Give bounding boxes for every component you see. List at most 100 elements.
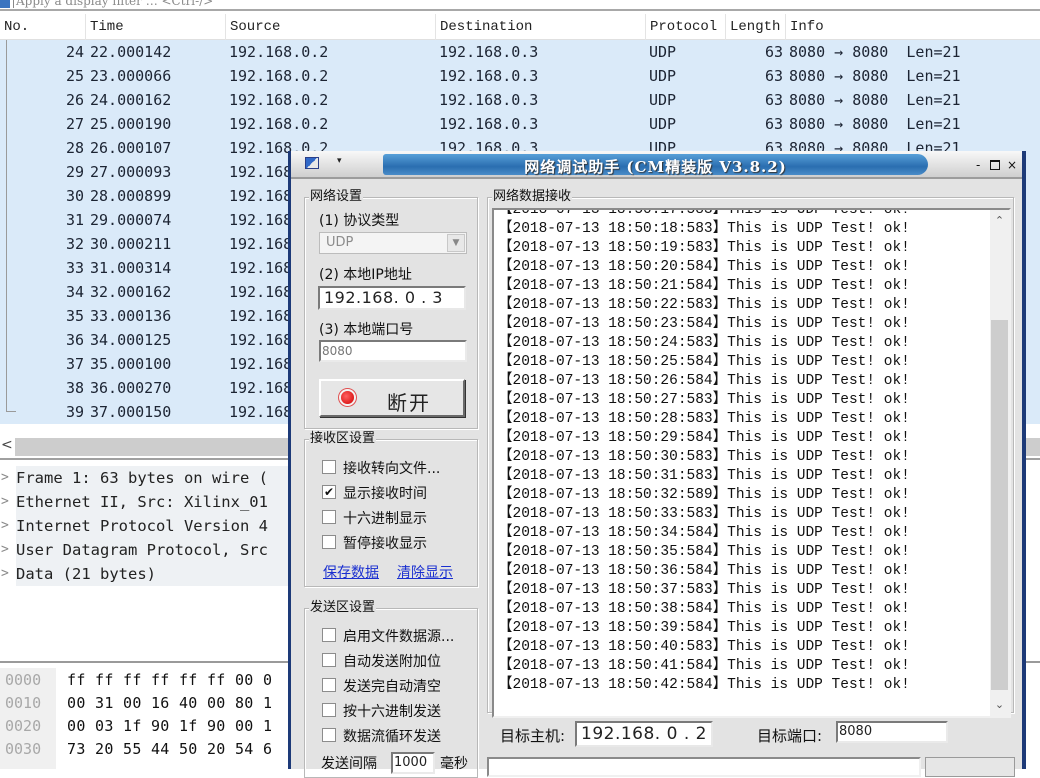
receive-text-area[interactable]: 【2018-07-13 18:50:17:583】This is UDP Tes… bbox=[492, 208, 1011, 718]
packet-length: 63 bbox=[764, 43, 783, 61]
clear-display-link[interactable]: 清除显示 bbox=[397, 562, 453, 582]
option-checkbox-row[interactable]: 暂停接收显示 bbox=[322, 533, 472, 553]
display-filter-input[interactable]: Apply a display filter … <Ctrl-/> bbox=[13, 0, 213, 8]
disconnect-button-label: 断开 bbox=[387, 391, 431, 415]
checkbox[interactable] bbox=[322, 510, 336, 524]
hex-bytes[interactable]: 00 03 1f 90 1f 90 00 1 bbox=[67, 715, 272, 738]
received-message: 【2018-07-13 18:50:25:584】This is UDP Tes… bbox=[498, 354, 910, 370]
target-port-label: 目标端口: bbox=[757, 727, 823, 745]
close-icon[interactable]: × bbox=[1007, 159, 1017, 171]
scrollbar-thumb[interactable] bbox=[991, 320, 1008, 690]
checkbox-label: 数据流循环发送 bbox=[343, 729, 441, 745]
column-header-time[interactable]: Time bbox=[86, 14, 226, 40]
dropdown-arrow-icon[interactable]: ▼ bbox=[447, 234, 465, 252]
menu-caret-icon[interactable]: ▾ bbox=[337, 156, 342, 166]
hex-bytes[interactable]: ff ff ff ff ff ff 00 0 bbox=[67, 669, 272, 692]
option-checkbox-row[interactable]: 发送完自动清空 bbox=[322, 676, 472, 696]
checkbox[interactable] bbox=[322, 460, 336, 474]
packet-info: 8080 → 8080 Len=21 bbox=[789, 43, 961, 61]
checkbox[interactable] bbox=[322, 535, 336, 549]
connection-status-led-icon bbox=[341, 391, 354, 404]
scroll-left-arrow-icon[interactable]: < bbox=[1, 437, 13, 453]
save-data-link[interactable]: 保存数据 bbox=[323, 562, 379, 582]
packet-no: 31 bbox=[65, 211, 84, 229]
display-filter-bar[interactable]: Apply a display filter … <Ctrl-/> bbox=[0, 0, 1040, 11]
local-ip-label: (2) 本地IP地址 bbox=[319, 267, 412, 283]
target-host-input[interactable]: 192.168. 0 . 2 bbox=[575, 721, 713, 747]
option-checkbox-row[interactable]: 十六进制显示 bbox=[322, 508, 472, 528]
received-message: 【2018-07-13 18:50:26:584】This is UDP Tes… bbox=[498, 373, 910, 389]
send-interval-input[interactable]: 1000 bbox=[391, 752, 435, 774]
protocol-type-select[interactable]: UDP ▼ bbox=[319, 232, 467, 254]
column-header-length[interactable]: Length bbox=[726, 14, 786, 40]
column-header-destination[interactable]: Destination bbox=[436, 14, 646, 40]
option-checkbox-row[interactable]: 数据流循环发送 bbox=[322, 726, 472, 746]
packet-time: 33.000136 bbox=[90, 307, 172, 325]
packet-info: 8080 → 8080 Len=21 bbox=[789, 91, 961, 109]
option-checkbox-row[interactable]: 按十六进制发送 bbox=[322, 701, 472, 721]
checkbox-checked[interactable]: ✔ bbox=[322, 485, 336, 499]
received-message: 【2018-07-13 18:50:33:583】This is UDP Tes… bbox=[498, 506, 910, 522]
scroll-up-icon[interactable]: ⌃ bbox=[990, 212, 1009, 230]
option-checkbox-row[interactable]: 接收转向文件... bbox=[322, 458, 472, 478]
received-message: 【2018-07-13 18:50:36:584】This is UDP Tes… bbox=[498, 563, 910, 579]
packet-row[interactable]: 27 25.000190 192.168.0.2 192.168.0.3 UDP 63 80… bbox=[0, 112, 1040, 136]
checkbox[interactable] bbox=[322, 703, 336, 717]
received-message: 【2018-07-13 18:50:18:583】This is UDP Tes… bbox=[498, 221, 910, 237]
packet-destination: 192.168.0.3 bbox=[439, 115, 539, 133]
received-message: 【2018-07-13 18:50:34:584】This is UDP Tes… bbox=[498, 525, 910, 541]
received-message: 【2018-07-13 18:50:30:583】This is UDP Tes… bbox=[498, 449, 910, 465]
expand-arrow-icon[interactable]: > bbox=[1, 562, 9, 586]
local-ip-input[interactable]: 192.168. 0 . 3 bbox=[318, 286, 466, 310]
column-header-no[interactable]: No. bbox=[0, 14, 86, 40]
column-header-protocol[interactable]: Protocol bbox=[646, 14, 726, 40]
received-message: 【2018-07-13 18:50:35:584】This is UDP Tes… bbox=[498, 544, 910, 560]
received-message: 【2018-07-13 18:50:24:583】This is UDP Tes… bbox=[498, 335, 910, 351]
expand-arrow-icon[interactable]: > bbox=[1, 490, 9, 514]
checkbox[interactable] bbox=[322, 728, 336, 742]
receive-vertical-scrollbar[interactable]: ⌃ ⌄ bbox=[990, 210, 1009, 716]
maximize-icon[interactable] bbox=[990, 160, 1000, 170]
bookmark-icon[interactable] bbox=[0, 0, 10, 8]
packet-info: 8080 → 8080 Len=21 bbox=[789, 67, 961, 85]
group-title: 网络设置 bbox=[309, 189, 364, 205]
network-data-receive-group: 网络数据接收 【2018-07-13 18:50:17:583】This is … bbox=[487, 189, 1014, 718]
scroll-down-icon[interactable]: ⌄ bbox=[990, 696, 1009, 714]
hex-bytes[interactable]: 00 31 00 16 40 00 80 1 bbox=[67, 692, 272, 715]
disconnect-button[interactable]: 断开 bbox=[319, 379, 465, 417]
packet-no: 26 bbox=[65, 91, 84, 109]
checkbox[interactable] bbox=[322, 653, 336, 667]
local-port-input[interactable]: 8080 bbox=[319, 340, 467, 362]
received-message: 【2018-07-13 18:50:41:584】This is UDP Tes… bbox=[498, 658, 910, 674]
packet-row[interactable]: 25 23.000066 192.168.0.2 192.168.0.3 UDP 63 80… bbox=[0, 64, 1040, 88]
window-title: 网络调试助手 (CM精装版 V3.8.2) bbox=[524, 158, 787, 176]
hex-bytes[interactable]: 73 20 55 44 50 20 54 6 bbox=[67, 738, 272, 761]
expand-arrow-icon[interactable]: > bbox=[1, 466, 9, 490]
protocol-type-value: UDP bbox=[326, 235, 354, 250]
expand-arrow-icon[interactable]: > bbox=[1, 538, 9, 562]
packet-time: 30.000211 bbox=[90, 235, 172, 253]
hex-offset: 0020 bbox=[5, 717, 42, 735]
checkbox[interactable] bbox=[322, 678, 336, 692]
expand-arrow-icon[interactable]: > bbox=[1, 514, 9, 538]
column-header-source[interactable]: Source bbox=[226, 14, 436, 40]
title-bar[interactable]: ▾ 网络调试助手 (CM精装版 V3.8.2) - × bbox=[291, 151, 1022, 179]
checkbox[interactable] bbox=[322, 628, 336, 642]
send-button[interactable] bbox=[925, 757, 1015, 777]
received-message: 【2018-07-13 18:50:38:584】This is UDP Tes… bbox=[498, 601, 910, 617]
option-checkbox-row[interactable]: 自动发送附加位 bbox=[322, 651, 472, 671]
packet-row[interactable]: 24 22.000142 192.168.0.2 192.168.0.3 UDP 63 80… bbox=[0, 40, 1040, 64]
packet-no: 37 bbox=[65, 355, 84, 373]
system-menu[interactable]: ▾ bbox=[297, 153, 383, 175]
option-checkbox-row[interactable]: 启用文件数据源... bbox=[322, 626, 472, 646]
packet-time: 28.000899 bbox=[90, 187, 172, 205]
minimize-icon[interactable]: - bbox=[976, 159, 980, 171]
option-checkbox-row[interactable]: ✔ 显示接收时间 bbox=[322, 483, 472, 503]
received-message: 【2018-07-13 18:50:19:583】This is UDP Tes… bbox=[498, 240, 910, 256]
column-header-info[interactable]: Info bbox=[786, 14, 1040, 40]
packet-row[interactable]: 26 24.000162 192.168.0.2 192.168.0.3 UDP 63 80… bbox=[0, 88, 1040, 112]
packet-time: 36.000270 bbox=[90, 379, 172, 397]
send-text-area[interactable] bbox=[487, 757, 921, 777]
packet-no: 25 bbox=[65, 67, 84, 85]
target-port-input[interactable]: 8080 bbox=[836, 721, 948, 743]
